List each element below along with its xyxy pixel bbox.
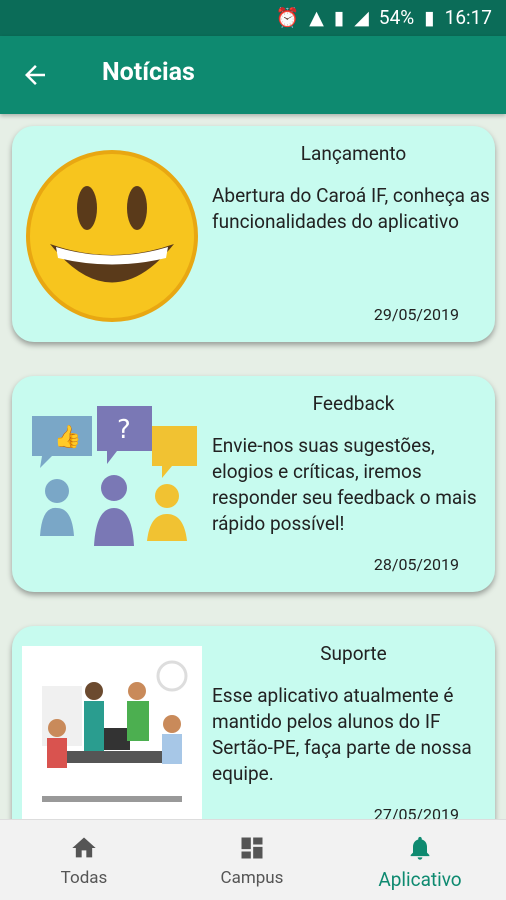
status-bar: ⏰ ▲ ▮ ◢ 54% ▮ 16:17 (0, 0, 506, 36)
svg-text:👍: 👍 (54, 424, 81, 450)
sim-icon: ▮ (333, 6, 345, 29)
bottom-navigation: Todas Campus Aplicativo (0, 819, 506, 900)
news-card[interactable]: Suporte Esse aplicativo atualmente é man… (12, 626, 495, 842)
news-category: Feedback (312, 392, 395, 415)
clock: 16:17 (444, 6, 492, 29)
bell-icon (410, 836, 430, 860)
news-text: Esse aplicativo atualmente é mantido pel… (212, 684, 472, 785)
app-bar: Notícias (0, 36, 506, 114)
nav-item-todas[interactable]: Todas (0, 820, 168, 900)
team-illustration-image (22, 646, 202, 826)
news-card[interactable]: 👍 ? Feedback Envie-nos suas sugestões, e… (12, 376, 495, 592)
news-date: 29/05/2019 (373, 305, 459, 324)
nav-label-todas: Todas (60, 868, 108, 888)
news-card[interactable]: Lançamento Abertura do Caroá IF, conheça… (12, 126, 495, 342)
feedback-illustration-image: 👍 ? (32, 406, 197, 546)
battery-icon: ▮ (424, 6, 435, 29)
news-date: 28/05/2019 (373, 555, 459, 574)
wifi-icon: ▲ (309, 6, 324, 29)
svg-text:?: ? (117, 415, 131, 445)
nav-item-campus[interactable]: Campus (168, 820, 336, 900)
news-text: Abertura do Caroá IF, conheça as funcion… (212, 184, 490, 233)
nav-label-campus: Campus (220, 868, 284, 888)
back-arrow-icon[interactable] (20, 60, 50, 90)
page-title: Notícias (102, 58, 195, 87)
smiley-emoji-image (26, 150, 198, 322)
nav-item-aplicativo[interactable]: Aplicativo (336, 820, 504, 900)
news-category: Lançamento (300, 142, 407, 165)
nav-label-aplicativo: Aplicativo (378, 868, 462, 891)
battery-percent: 54% (378, 6, 415, 29)
signal-icon: ◢ (354, 6, 369, 29)
alarm-icon: ⏰ (275, 6, 300, 29)
dashboard-icon (241, 837, 263, 859)
home-icon (72, 837, 96, 858)
news-category: Suporte (320, 642, 387, 665)
news-text: Envie-nos suas sugestões, elogios e crít… (212, 434, 477, 535)
